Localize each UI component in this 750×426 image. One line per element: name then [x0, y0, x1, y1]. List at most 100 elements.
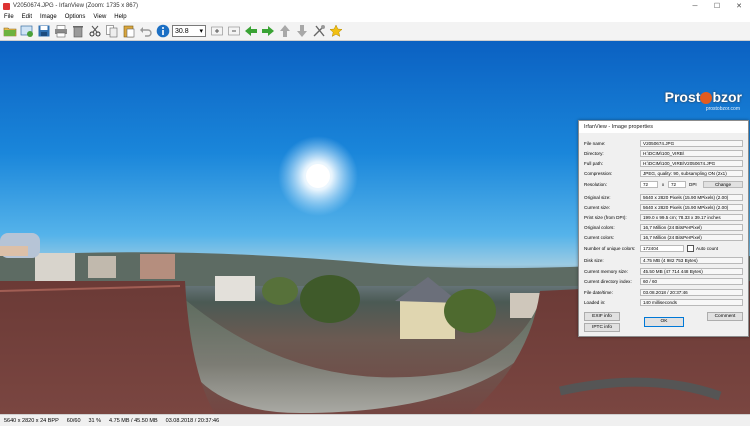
menu-options[interactable]: Options [61, 14, 90, 20]
image-properties-dialog: IrfanView - Image properties File name: … [578, 120, 749, 337]
field-row: Current memory size: 45.50 MB (47 714 44… [584, 267, 743, 275]
field-label: Number of unique colors: [584, 245, 636, 251]
zoom-out-icon[interactable] [226, 24, 241, 39]
delete-icon[interactable] [70, 24, 85, 39]
field-label: Compression: [584, 170, 613, 176]
dpi-label: DPI [689, 181, 697, 187]
field-label: Original colors: [584, 224, 615, 230]
file-name-field[interactable]: V2050674.JPG [640, 139, 743, 147]
menu-image[interactable]: Image [36, 14, 61, 20]
field-row: Loaded in: 140 milliseconds [584, 298, 743, 306]
close-button[interactable]: ✕ [728, 2, 750, 10]
status-zoom: 31 % [88, 417, 102, 424]
menu-view[interactable]: View [89, 14, 110, 20]
comment-button[interactable]: Comment [707, 312, 743, 321]
checkbox-box[interactable] [687, 244, 694, 252]
field-label: Current memory size: [584, 268, 628, 274]
menu-edit[interactable]: Edit [18, 14, 36, 20]
maximize-button[interactable]: ☐ [706, 2, 728, 10]
undo-icon[interactable] [138, 24, 153, 39]
field-row: Original size: 5640 x 2820 Pixels (15.90… [584, 193, 743, 201]
menu-file[interactable]: File [0, 14, 18, 20]
directory-field[interactable]: H:\DCIM\100_VIRB\ [640, 149, 743, 157]
field-label: Disk size: [584, 257, 604, 263]
resolution-y-input[interactable]: 72 [668, 180, 686, 188]
copy-icon[interactable] [104, 24, 119, 39]
field-label: Print size (from DPI): [584, 214, 627, 220]
slideshow-icon[interactable] [19, 24, 34, 39]
chevron-down-icon[interactable]: ▾ [199, 27, 203, 35]
full-path-field[interactable]: H:\DCIM\100_VIRB\V2050674.JPG [640, 159, 743, 167]
zoom-value: 30.8 [175, 27, 189, 35]
current-size-field[interactable]: 5640 x 2820 Pixels (15.90 MPixels) (2.00… [640, 203, 743, 211]
field-label: Current directory index: [584, 278, 632, 284]
watermark-brand-b: bzor [712, 89, 742, 105]
zoom-in-icon[interactable] [209, 24, 224, 39]
auto-count-label: Auto count [696, 245, 718, 251]
info-icon[interactable] [155, 24, 170, 39]
iptc-info-button[interactable]: IPTC info [584, 323, 620, 332]
field-label: Current size: [584, 204, 611, 210]
next-arrow-icon[interactable] [260, 24, 275, 39]
field-row: Original colors: 16,7 Million (24 BitsPe… [584, 223, 743, 231]
field-row: Disk size: 4.75 MB (4 982 753 Bytes) [584, 256, 743, 264]
compression-field[interactable]: JPEG, quality: 90, subsampling ON (2x1) [640, 169, 743, 177]
original-size-field[interactable]: 5640 x 2820 Pixels (15.90 MPixels) (2.00… [640, 193, 743, 201]
file-datetime-field[interactable]: 03.08.2018 / 20:37:46 [640, 288, 743, 296]
field-row: File name: V2050674.JPG [584, 139, 743, 147]
status-index: 60/60 [66, 417, 81, 424]
directory-index-field[interactable]: 60 / 60 [640, 277, 743, 285]
toolbar: 30.8 ▾ [0, 22, 750, 41]
open-folder-icon[interactable] [2, 24, 17, 39]
zoom-level-combo[interactable]: 30.8 ▾ [172, 25, 206, 37]
status-datetime: 03.08.2018 / 20:37:46 [165, 417, 220, 424]
status-memory: 4.75 MB / 45.50 MB [109, 417, 158, 424]
field-row: Full path: H:\DCIM\100_VIRB\V2050674.JPG [584, 159, 743, 167]
field-label: File date/time: [584, 289, 613, 295]
up-arrow-icon[interactable] [277, 24, 292, 39]
current-colors-field[interactable]: 16,7 Million (24 BitsPerPixel) [640, 233, 743, 241]
star-icon[interactable] [328, 24, 343, 39]
watermark-logo: Prost bzor [665, 89, 742, 105]
field-label: Full path: [584, 160, 603, 166]
save-icon[interactable] [36, 24, 51, 39]
dialog-title: IrfanView - Image properties [579, 121, 748, 133]
field-row: Current size: 5640 x 2820 Pixels (15.90 … [584, 203, 743, 211]
field-row: Directory: H:\DCIM\100_VIRB\ [584, 149, 743, 157]
unique-colors-row: Number of unique colors: 172404 Auto cou… [584, 244, 743, 252]
resolution-row: Resolution: 72 x 72 DPI Change [584, 180, 743, 188]
window-title: V2050674.JPG - IrfanView (Zoom: 1735 x 8… [13, 3, 138, 9]
unique-colors-field[interactable]: 172404 [640, 244, 684, 252]
minimize-button[interactable]: ─ [684, 3, 706, 10]
irfanview-app-icon [3, 2, 10, 10]
title-bar: V2050674.JPG - IrfanView (Zoom: 1735 x 8… [0, 0, 750, 12]
paste-icon[interactable] [121, 24, 136, 39]
field-label: Original size: [584, 194, 611, 200]
field-label: Resolution: [584, 181, 607, 187]
loaded-in-field[interactable]: 140 milliseconds [640, 298, 743, 306]
ok-button[interactable]: OK [644, 317, 684, 327]
cut-icon[interactable] [87, 24, 102, 39]
menu-help[interactable]: Help [110, 14, 130, 20]
memory-size-field[interactable]: 45.50 MB (47 714 448 Bytes) [640, 267, 743, 275]
resolution-separator: x [661, 181, 665, 187]
status-dimensions: 5640 x 2820 x 24 BPP [4, 417, 59, 424]
watermark-site: prostobzor.com [705, 106, 740, 112]
print-size-field[interactable]: 199.0 x 99.5 cm; 78.33 x 39.17 inches [640, 213, 743, 221]
print-icon[interactable] [53, 24, 68, 39]
field-row: Compression: JPEG, quality: 90, subsampl… [584, 169, 743, 177]
field-label: Current colors: [584, 234, 615, 240]
field-label: Directory: [584, 150, 604, 156]
change-button[interactable]: Change [703, 180, 743, 188]
disk-size-field[interactable]: 4.75 MB (4 982 753 Bytes) [640, 256, 743, 264]
resolution-x-input[interactable]: 72 [640, 180, 658, 188]
auto-count-checkbox[interactable]: Auto count [684, 244, 718, 252]
field-row: Current colors: 16,7 Million (24 BitsPer… [584, 233, 743, 241]
exif-info-button[interactable]: EXIF info [584, 312, 620, 321]
prev-arrow-icon[interactable] [243, 24, 258, 39]
tools-icon[interactable] [311, 24, 326, 39]
field-row: Current directory index: 60 / 60 [584, 277, 743, 285]
original-colors-field[interactable]: 16,7 Million (24 BitsPerPixel) [640, 223, 743, 231]
watermark-brand-a: Prost [664, 89, 701, 105]
down-arrow-icon[interactable] [294, 24, 309, 39]
